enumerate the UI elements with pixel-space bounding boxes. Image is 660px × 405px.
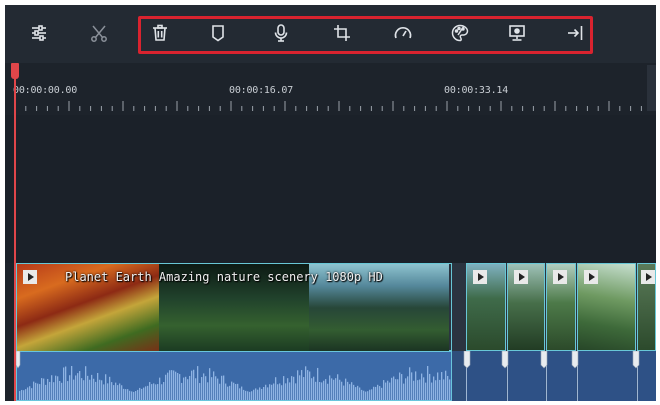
play-badge[interactable] — [473, 270, 487, 284]
play-badge[interactable] — [23, 270, 37, 284]
audio-track[interactable] — [16, 351, 656, 401]
video-clip[interactable] — [637, 263, 656, 351]
color-palette-icon[interactable] — [445, 18, 475, 48]
screen-record-icon[interactable] — [502, 18, 532, 48]
delete-icon[interactable] — [145, 18, 175, 48]
timecode-label: 00:00:16.07 — [229, 85, 294, 96]
ruler-ticks — [14, 101, 653, 111]
microphone-icon[interactable] — [266, 18, 296, 48]
speed-icon[interactable] — [388, 18, 418, 48]
video-clip[interactable] — [546, 263, 576, 351]
video-clip-main[interactable]: Planet Earth Amazing nature scenery 1080… — [16, 263, 452, 351]
timecode-label: 00:00:00.00 — [13, 85, 78, 96]
play-badge[interactable] — [514, 270, 528, 284]
video-clip[interactable] — [507, 263, 545, 351]
video-clip[interactable] — [466, 263, 506, 351]
video-clip[interactable] — [577, 263, 636, 351]
play-badge[interactable] — [553, 270, 567, 284]
marker-icon[interactable] — [203, 18, 233, 48]
audio-volume-handles[interactable] — [16, 351, 656, 373]
timecode-label: 00:00:33.14 — [444, 85, 509, 96]
video-editor-window: 00:00:00.00 00:00:16.07 00:00:33.14 Plan… — [5, 5, 656, 401]
export-icon[interactable] — [560, 18, 590, 48]
play-badge[interactable] — [641, 270, 655, 284]
time-ruler[interactable]: 00:00:00.00 00:00:16.07 00:00:33.14 — [5, 63, 656, 115]
timeline-scrollbar[interactable] — [647, 65, 656, 111]
clip-title: Planet Earth Amazing nature scenery 1080… — [65, 270, 383, 284]
crop-icon[interactable] — [327, 18, 357, 48]
playhead-handle[interactable] — [11, 63, 19, 79]
adjust-icon[interactable] — [24, 18, 54, 48]
scissors-icon[interactable] — [84, 18, 114, 48]
timeline-toolbar — [5, 5, 656, 63]
play-badge[interactable] — [584, 270, 598, 284]
playhead-line[interactable] — [14, 67, 16, 401]
video-track[interactable]: Planet Earth Amazing nature scenery 1080… — [16, 263, 656, 351]
empty-track-area[interactable] — [5, 115, 656, 263]
